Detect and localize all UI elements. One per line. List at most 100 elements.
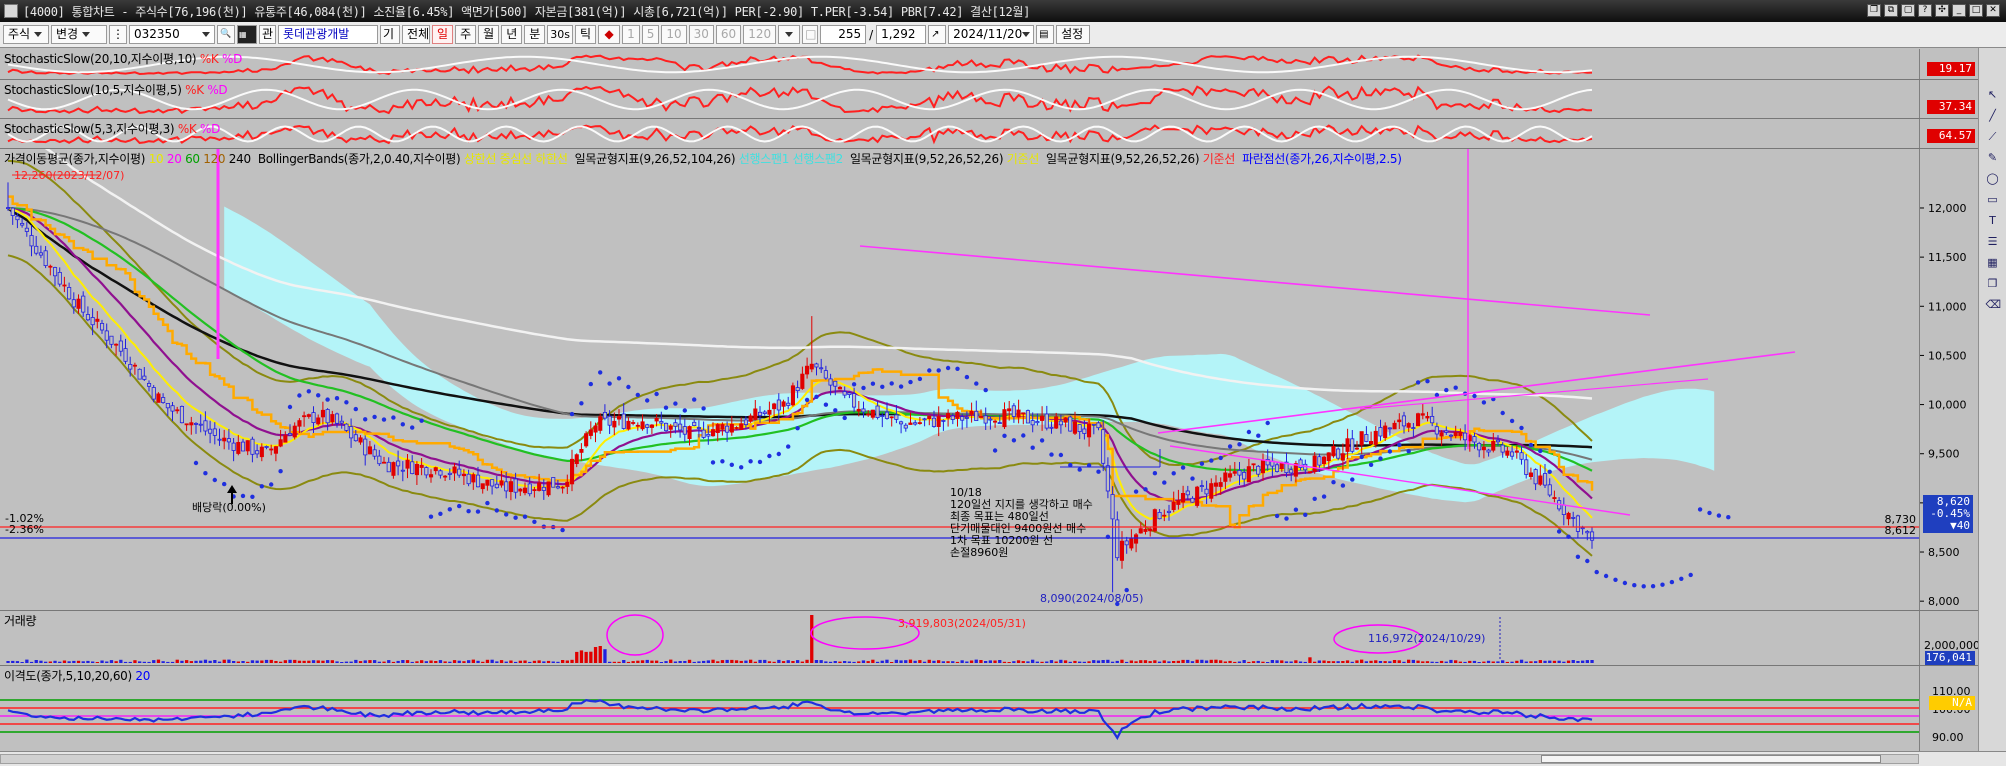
tab-minute[interactable]: 분 — [524, 25, 546, 44]
volume-bar — [335, 661, 339, 663]
tab-week[interactable]: 주 — [455, 25, 477, 44]
pointer-icon[interactable]: ↖ — [1986, 88, 2000, 102]
psar-dot — [588, 381, 593, 387]
candle-body — [457, 468, 462, 476]
ellipse-icon[interactable]: ◯ — [1986, 172, 2000, 186]
minimize-icon[interactable]: _ — [1952, 4, 1966, 17]
calendar-icon[interactable]: ▤ — [1036, 25, 1055, 44]
volume-bar — [457, 660, 461, 663]
volume-bar — [575, 651, 579, 663]
minute-30[interactable]: 30 — [688, 25, 714, 44]
volume-bar — [857, 661, 861, 663]
change-select[interactable]: 변경 — [51, 25, 107, 44]
search-icon[interactable]: 🔍 — [217, 25, 235, 44]
checkbox-icon[interactable]: □ — [802, 25, 819, 44]
psar-dot — [522, 514, 528, 519]
volume-bar — [1524, 661, 1528, 663]
candle-body — [823, 370, 828, 379]
volume-bar — [824, 661, 828, 663]
bar-count-input[interactable]: 255 — [820, 25, 867, 44]
candle-body — [715, 424, 720, 434]
pen-icon[interactable]: ✎ — [1986, 151, 2000, 165]
candle-body — [889, 416, 894, 419]
list-icon[interactable]: ⋮ — [109, 25, 127, 44]
scroll-arrows-icon[interactable]: ↗ — [928, 25, 947, 44]
pin-icon[interactable]: ✣ — [1935, 4, 1949, 17]
link-icon[interactable]: ⧉ — [1884, 4, 1898, 17]
line-icon[interactable]: ╱ — [1986, 109, 2000, 123]
stock-code-input[interactable]: 032350 — [129, 25, 215, 44]
settings-button[interactable]: 설정 — [1056, 25, 1091, 44]
volume-bar — [781, 661, 786, 663]
volume-bar — [570, 659, 574, 663]
candle-body — [1162, 514, 1167, 517]
candle-body — [1054, 416, 1059, 429]
unit-select[interactable] — [778, 25, 801, 44]
tab-year[interactable]: 년 — [501, 25, 523, 44]
tab-30s[interactable]: 30s — [547, 25, 574, 44]
minute-5[interactable]: 5 — [641, 25, 660, 44]
fib-icon[interactable]: ☰ — [1986, 235, 2000, 249]
grid-100-icon[interactable]: ▦ — [237, 25, 257, 44]
related-button[interactable]: 관 — [259, 25, 277, 44]
all-button[interactable]: 전체 — [402, 25, 431, 44]
help-icon[interactable]: ? — [1918, 4, 1932, 17]
volume-bar — [636, 660, 640, 663]
volume-bar — [170, 661, 175, 663]
candle-body — [81, 295, 86, 313]
candle-body — [1110, 494, 1115, 520]
close-icon[interactable]: ✕ — [1986, 4, 2000, 17]
volume-bar — [105, 661, 109, 663]
candle-body — [193, 422, 199, 425]
candle-body — [217, 438, 222, 441]
period-button[interactable]: 기 — [380, 25, 401, 44]
psar-dot — [1293, 507, 1299, 512]
psar-dot — [814, 394, 819, 399]
volume-bar — [260, 660, 264, 663]
minute-1[interactable]: 1 — [622, 25, 640, 44]
candle-body — [466, 473, 471, 485]
maximize-icon[interactable]: □ — [1969, 4, 1983, 17]
tab-month[interactable]: 월 — [478, 25, 500, 44]
volume-bar — [791, 661, 795, 663]
candle-body — [1096, 422, 1101, 429]
candle-body — [988, 418, 993, 421]
volume-bar — [702, 660, 706, 663]
restore-icon[interactable]: ❐ — [1867, 4, 1881, 17]
market-select[interactable]: 주식 — [3, 25, 49, 44]
volume-bar — [175, 659, 179, 663]
candle-body — [1101, 429, 1106, 464]
volume-bar — [1120, 659, 1124, 663]
date-input[interactable]: 2024/11/20 — [948, 25, 1035, 44]
copy-icon[interactable]: ▢ — [1901, 4, 1915, 17]
horizontal-scrollbar[interactable] — [0, 754, 1919, 764]
price-tick-label: 11,000 — [1928, 300, 1967, 313]
candle-body — [137, 368, 142, 380]
scrollbar-thumb[interactable] — [1541, 755, 1881, 763]
minute-120[interactable]: 120 — [743, 25, 777, 44]
price-plot[interactable]: 12,260(2023/12/07) 8,090(2024/08/05) 배당락… — [0, 149, 1919, 611]
psar-dot — [1274, 513, 1280, 519]
minute-60[interactable]: 60 — [715, 25, 742, 44]
grid-icon[interactable]: ▦ — [1986, 256, 2000, 270]
tab-tick[interactable]: 틱 — [575, 25, 597, 44]
candle-body — [696, 427, 701, 429]
volume-max-label: 3,919,803(2024/05/31) — [898, 617, 1026, 630]
volume-bar — [1087, 661, 1091, 663]
psar-dot — [1312, 496, 1317, 501]
volume-bar — [504, 661, 508, 663]
text-icon[interactable]: T — [1986, 214, 2000, 228]
layers-icon[interactable]: ❐ — [1986, 277, 2000, 291]
rectangle-icon[interactable]: ▭ — [1986, 193, 2000, 207]
volume-bar — [405, 660, 410, 663]
minute-10[interactable]: 10 — [661, 25, 687, 44]
candle-body — [1035, 421, 1040, 424]
tab-day[interactable]: 일 — [432, 25, 454, 44]
volume-bar — [518, 660, 522, 663]
trend-line-icon[interactable]: ⟋ — [1986, 130, 2000, 144]
minute-stepper[interactable]: ◆ — [598, 25, 621, 44]
volume-bar — [1505, 661, 1509, 663]
eraser-icon[interactable]: ⌫ — [1986, 298, 2002, 312]
candle-body — [842, 391, 847, 396]
candle-body — [1181, 492, 1186, 503]
